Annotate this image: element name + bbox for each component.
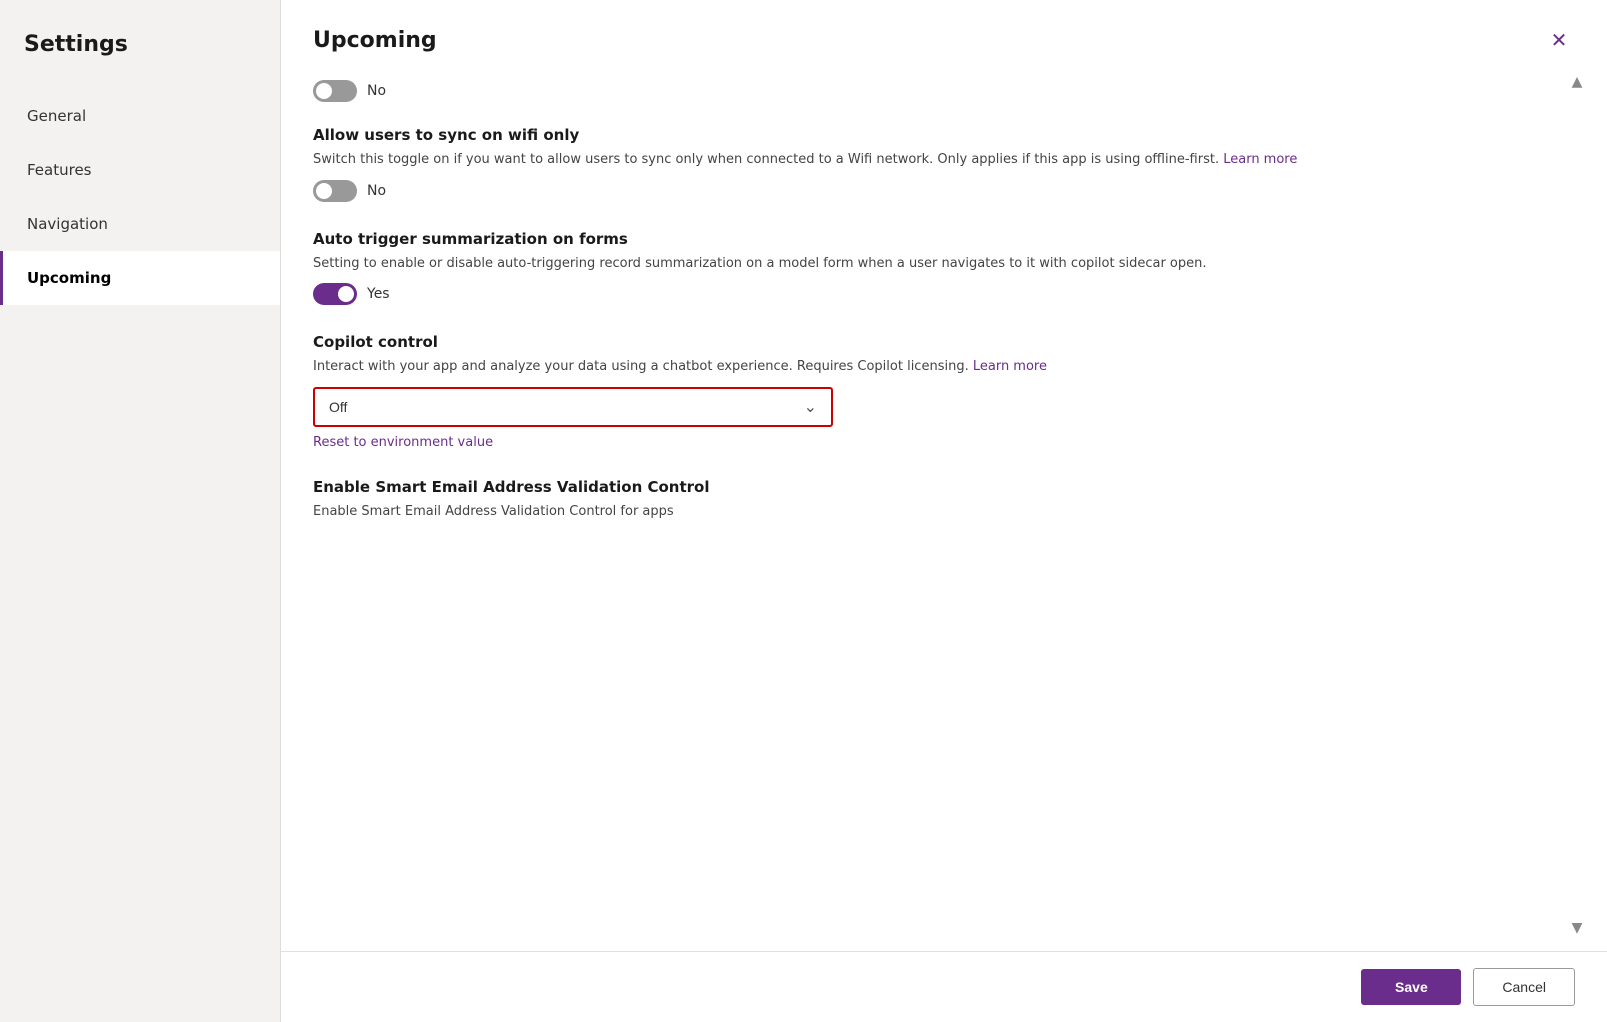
cancel-button[interactable]: Cancel [1473,968,1575,1006]
copilot-title: Copilot control [313,333,1575,351]
copilot-section: Copilot control Interact with your app a… [313,333,1575,450]
sidebar-item-navigation[interactable]: Navigation [0,197,280,251]
toggle-track-2 [313,180,357,202]
sidebar-item-upcoming[interactable]: Upcoming [0,251,280,305]
wifi-sync-learn-more[interactable]: Learn more [1223,152,1297,167]
wifi-sync-toggle-1[interactable] [313,80,357,102]
wifi-sync-toggle-label-2: No [367,183,386,199]
wifi-sync-section: Allow users to sync on wifi only Switch … [313,126,1575,202]
toggle-thumb-3 [338,286,354,302]
auto-trigger-toggle[interactable] [313,283,357,305]
wifi-sync-title: Allow users to sync on wifi only [313,126,1575,144]
main-content: No Allow users to sync on wifi only Swit… [281,64,1607,951]
auto-trigger-desc: Setting to enable or disable auto-trigge… [313,254,1575,274]
wifi-sync-toggle-2[interactable] [313,180,357,202]
sidebar-title: Settings [0,32,280,89]
main-header: Upcoming ✕ [281,0,1607,64]
copilot-dropdown[interactable]: Off On Default [315,389,790,425]
main-footer: Save Cancel [281,951,1607,1022]
toggle-thumb-2 [316,183,332,199]
reset-to-environment-link[interactable]: Reset to environment value [313,435,1575,450]
auto-trigger-toggle-label: Yes [367,286,390,302]
scroll-up-arrow[interactable]: ▲ [1565,70,1589,94]
page-title: Upcoming [313,28,437,53]
wifi-sync-toggle-row-1: No [313,80,1575,102]
save-button[interactable]: Save [1361,969,1461,1005]
dropdown-arrow-icon: ⌄ [790,397,831,416]
toggle-thumb [316,83,332,99]
wifi-sync-desc: Switch this toggle on if you want to all… [313,150,1575,170]
smart-email-desc: Enable Smart Email Address Validation Co… [313,502,1575,522]
sidebar: Settings General Features Navigation Upc… [0,0,280,1022]
copilot-learn-more[interactable]: Learn more [973,359,1047,374]
toggle-track-3 [313,283,357,305]
toggle-track [313,80,357,102]
sidebar-item-features[interactable]: Features [0,143,280,197]
sidebar-nav: General Features Navigation Upcoming [0,89,280,305]
sidebar-item-general[interactable]: General [0,89,280,143]
smart-email-title: Enable Smart Email Address Validation Co… [313,478,1575,496]
smart-email-section: Enable Smart Email Address Validation Co… [313,478,1575,522]
auto-trigger-toggle-row: Yes [313,283,1575,305]
copilot-dropdown-wrapper: Off On Default ⌄ [313,387,833,427]
auto-trigger-section: Auto trigger summarization on forms Sett… [313,230,1575,306]
close-button[interactable]: ✕ [1543,24,1575,56]
wifi-sync-toggle-label-1: No [367,83,386,99]
main-panel: Upcoming ✕ ▲ No Allow users to sync on w… [281,0,1607,1022]
wifi-sync-toggle-row-2: No [313,180,1575,202]
copilot-desc: Interact with your app and analyze your … [313,357,1575,377]
scroll-down-arrow[interactable]: ▼ [1565,916,1589,940]
auto-trigger-title: Auto trigger summarization on forms [313,230,1575,248]
